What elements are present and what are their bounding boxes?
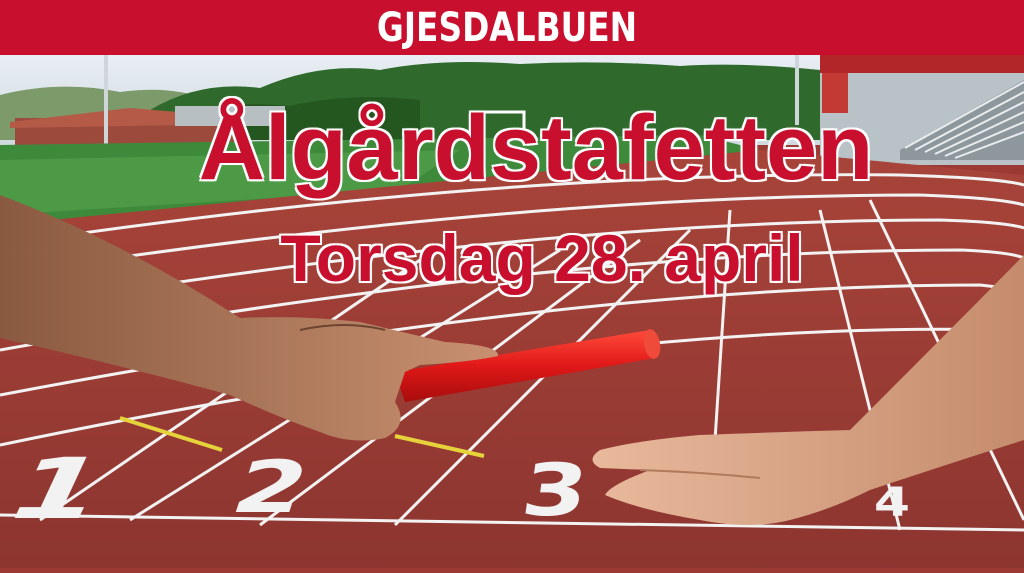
poster-subtitle: Torsdag 28. april — [30, 222, 1024, 294]
header-bar: GJESDALBUEN — [0, 0, 1024, 55]
poster-title: Ålgårdstafetten — [24, 98, 1024, 198]
brand-logo[interactable]: GJESDALBUEN — [391, 0, 622, 55]
lane-number: 4 — [874, 480, 910, 526]
lane-number: 3 — [517, 448, 594, 532]
